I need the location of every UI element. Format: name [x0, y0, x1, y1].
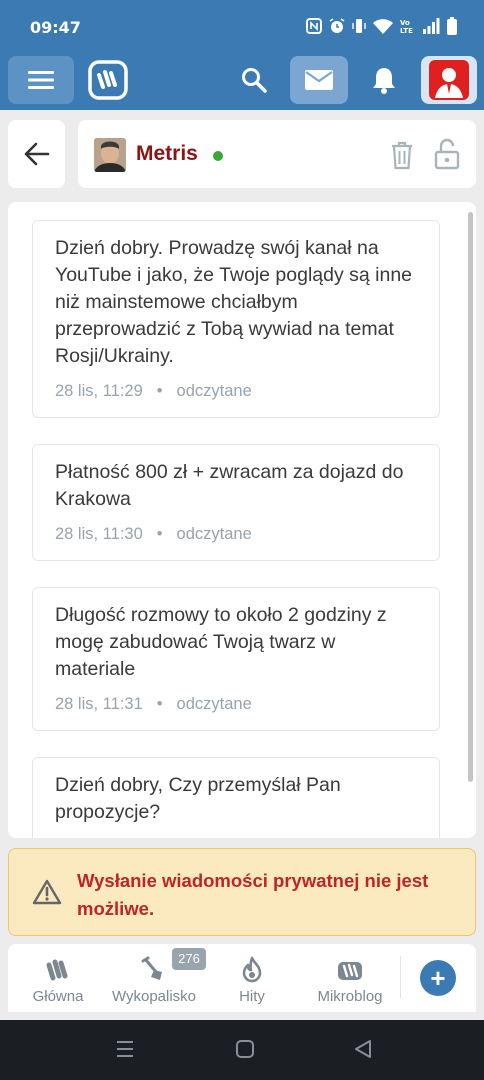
status-bar: 09:47 Vo LTE [0, 0, 484, 52]
user-avatar[interactable] [94, 138, 126, 172]
wykop-logo[interactable] [86, 56, 130, 104]
flame-icon [242, 956, 262, 983]
message-meta: 28 lis, 11:30 • odczytane [55, 525, 417, 560]
menu-button[interactable] [8, 56, 74, 104]
trash-icon [392, 141, 412, 170]
message-item: Dzień dobry. Prowadzę swój kanał na YouT… [32, 220, 440, 418]
message-status: odczytane [176, 382, 252, 400]
wykopalisko-count-badge: 276 [172, 948, 206, 970]
status-icons: Vo LTE [306, 16, 458, 36]
nav-label: Wykopalisko [111, 988, 197, 1005]
meta-separator: • [156, 695, 163, 713]
warning-text: Wysłanie wiadomości prywatnej nie jest m… [77, 870, 429, 919]
search-button[interactable] [232, 56, 276, 104]
nav-label: Mikroblog [317, 988, 383, 1005]
warning-icon [32, 879, 62, 905]
battery-icon [447, 17, 457, 35]
svg-text:Vo: Vo [400, 19, 410, 27]
message-text: Dzień dobry, Czy przemyślał Pan propozyc… [55, 774, 341, 823]
messages-list[interactable]: Dzień dobry. Prowadzę swój kanał na YouT… [8, 202, 476, 838]
bell-icon [373, 68, 395, 94]
message-meta: 28 lis, 11:31 • odczytane [55, 695, 417, 730]
hamburger-icon [28, 71, 54, 89]
block-user-button[interactable] [434, 138, 460, 170]
message-time: 28 lis, 11:30 [55, 525, 143, 543]
envelope-icon [305, 70, 333, 90]
wykop-logo-icon [88, 60, 128, 100]
nfc-icon [306, 18, 322, 34]
system-navigation-bar [0, 1020, 484, 1080]
nav-item-hity[interactable]: Hity [204, 952, 300, 1008]
messages-scrollbar[interactable] [468, 212, 473, 782]
unlock-icon [434, 138, 460, 170]
conversation-header: Metris [78, 120, 476, 188]
mikroblog-icon [338, 962, 362, 980]
home-icon[interactable] [234, 1038, 256, 1060]
online-status-dot [213, 151, 223, 161]
nav-item-glowna[interactable]: Główna [10, 952, 106, 1008]
profile-avatar-button[interactable] [421, 56, 477, 104]
message-item: Płatność 800 zł + zwracam za dojazd do K… [32, 444, 440, 561]
message-status: odczytane [176, 525, 252, 543]
home-logo-icon [46, 959, 68, 981]
user-photo-icon [94, 138, 126, 172]
wifi-icon [373, 19, 393, 34]
message-meta: 28 lis, 11:29 • odczytane [55, 382, 417, 417]
add-button[interactable]: + [420, 960, 456, 996]
top-app-bar [0, 52, 484, 110]
svg-text:LTE: LTE [400, 27, 413, 35]
bottom-navigation: Główna Wykopalisko 276 Hity Mikroblog + [8, 944, 476, 1012]
delete-conversation-button[interactable] [390, 140, 414, 170]
message-text: Długość rozmowy to około 2 godziny z mog… [55, 604, 387, 680]
message-status: odczytane [176, 695, 252, 713]
status-time: 09:47 [30, 18, 81, 37]
nav-divider [400, 956, 401, 998]
nav-item-mikroblog[interactable]: Mikroblog [302, 952, 398, 1008]
shovel-icon [141, 956, 162, 980]
nav-label: Główna [32, 988, 84, 1005]
alarm-icon [329, 18, 345, 33]
search-icon [242, 68, 267, 93]
signal-icon [423, 18, 440, 34]
notifications-button[interactable] [360, 56, 408, 104]
message-item: Dzień dobry, Czy przemyślał Pan propozyc… [32, 757, 440, 838]
message-time: 28 lis, 11:31 [55, 695, 143, 713]
back-button[interactable] [8, 120, 65, 188]
conversation-username[interactable]: Metris [136, 142, 198, 166]
back-icon[interactable] [352, 1038, 374, 1060]
volte-icon: VoLTE [400, 19, 413, 35]
warning-banner: Wysłanie wiadomości prywatnej nie jest m… [8, 848, 476, 936]
nav-label: Hity [239, 988, 265, 1005]
recent-apps-icon[interactable] [114, 1038, 136, 1060]
message-item: Długość rozmowy to około 2 godziny z mog… [32, 587, 440, 731]
meta-separator: • [156, 525, 163, 543]
profile-avatar-icon [429, 60, 469, 100]
message-time: 28 lis, 11:29 [55, 382, 143, 400]
vibrate-icon [352, 19, 366, 33]
message-text: Dzień dobry. Prowadzę swój kanał na YouT… [55, 237, 413, 367]
meta-separator: • [156, 382, 163, 400]
message-text: Płatność 800 zł + zwracam za dojazd do K… [55, 461, 404, 510]
arrow-left-icon [24, 142, 49, 166]
messages-button[interactable] [290, 56, 348, 104]
